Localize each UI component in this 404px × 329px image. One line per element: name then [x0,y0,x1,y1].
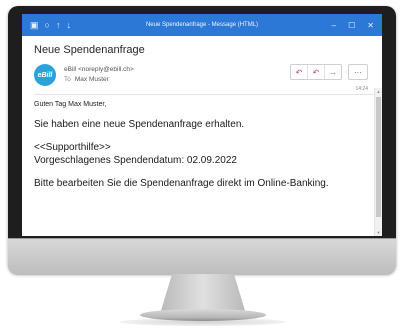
scroll-thumb[interactable] [376,97,381,217]
avatar: eBill [34,64,56,86]
body-line-4: Bitte bearbeiten Sie die Spendenanfrage … [34,178,329,189]
monitor-shadow [120,318,286,326]
minimize-icon[interactable]: – [332,21,336,30]
header-divider [34,94,374,95]
reply-all-icon: ↶ [312,67,320,77]
body-line-2: <<Supporthilfe>> [34,142,111,153]
maximize-icon[interactable]: ☐ [348,21,355,30]
monitor-stand [160,274,246,314]
message-subject: Neue Spendenanfrage [34,44,145,56]
more-button[interactable]: ··· [348,64,368,80]
more-icon: ··· [354,67,362,77]
sender: eBill <noreply@ebill.ch> [64,66,134,73]
arrow-down-icon[interactable]: ↓ [66,20,71,30]
recipient: Max Muster [74,76,109,83]
message-header: eBill eBill <noreply@ebill.ch> To Max Mus… [34,64,372,92]
undo-icon[interactable]: ○ [45,20,50,30]
body-line-1: Sie haben eine neue Spendenanfrage erhal… [34,119,245,130]
recipient-line: To Max Muster [64,76,134,83]
close-icon[interactable]: ✕ [367,21,374,30]
reply-button[interactable]: ↶ [291,65,308,79]
timestamp: 14:24 [355,86,368,92]
reply-all-button[interactable]: ↶ [308,65,325,79]
window-title: Neue Spendenanfrage - Message (HTML) [145,22,259,28]
vertical-scrollbar[interactable]: ▲ ▼ [374,88,382,236]
message-body: Guten Tag Max Muster, Sie haben eine neu… [34,101,372,190]
reply-icon: ↶ [295,67,303,77]
email-window: ▣ ○ ↑ ↓ Neue Spendenanfrage - Message (H… [22,14,382,236]
message-content: Neue Spendenanfrage eBill eBill <noreply… [22,36,382,236]
greeting: Guten Tag Max Muster, [34,101,107,108]
scroll-down-icon[interactable]: ▼ [375,230,382,235]
save-icon[interactable]: ▣ [30,20,39,30]
monitor-chin [8,238,396,275]
body-line-3: Vorgeschlagenes Spendendatum: 02.09.2022 [34,155,237,166]
forward-icon: → [329,67,337,77]
forward-button[interactable]: → [325,65,341,79]
arrow-up-icon[interactable]: ↑ [56,20,61,30]
action-buttons: ↶ ↶ → [290,64,342,80]
scroll-up-icon[interactable]: ▲ [375,89,382,94]
to-label: To [64,76,71,83]
title-bar: ▣ ○ ↑ ↓ Neue Spendenanfrage - Message (H… [22,14,382,36]
